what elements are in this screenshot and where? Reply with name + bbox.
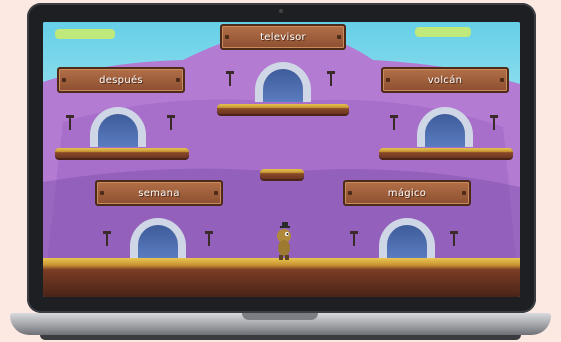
camera-icon — [279, 9, 283, 13]
lamp-post-icon — [350, 231, 358, 246]
laptop-base — [10, 313, 551, 335]
platform — [379, 148, 513, 158]
player-character-icon — [277, 222, 291, 260]
lamp-post-icon — [226, 71, 234, 86]
portal-hole — [263, 69, 303, 102]
lamp-post-icon — [390, 115, 398, 130]
lamp-post-icon — [167, 115, 175, 130]
portal-hole — [98, 114, 138, 147]
lamp-post-icon — [490, 115, 498, 130]
lamp-post-icon — [66, 115, 74, 130]
lamp-post-icon — [450, 231, 458, 246]
platform — [217, 104, 349, 114]
portal-hole — [425, 114, 465, 147]
laptop-lid: televisor después volcán semana mágico — [27, 3, 536, 313]
lamp-post-icon — [103, 231, 111, 246]
platform — [55, 148, 189, 158]
portal-hole — [387, 225, 427, 258]
word-sign-volcan[interactable]: volcán — [381, 67, 509, 93]
laptop-base-shadow — [40, 335, 521, 340]
platform — [260, 169, 304, 179]
word-sign-despues[interactable]: después — [57, 67, 185, 93]
game-screen[interactable]: televisor después volcán semana mágico — [43, 22, 520, 297]
lamp-post-icon — [327, 71, 335, 86]
ground — [43, 258, 520, 297]
word-sign-magico[interactable]: mágico — [343, 180, 471, 206]
laptop-notch — [242, 313, 318, 320]
word-sign-televisor[interactable]: televisor — [220, 24, 346, 50]
portal-hole — [138, 225, 178, 258]
lamp-post-icon — [205, 231, 213, 246]
word-sign-semana[interactable]: semana — [95, 180, 223, 206]
